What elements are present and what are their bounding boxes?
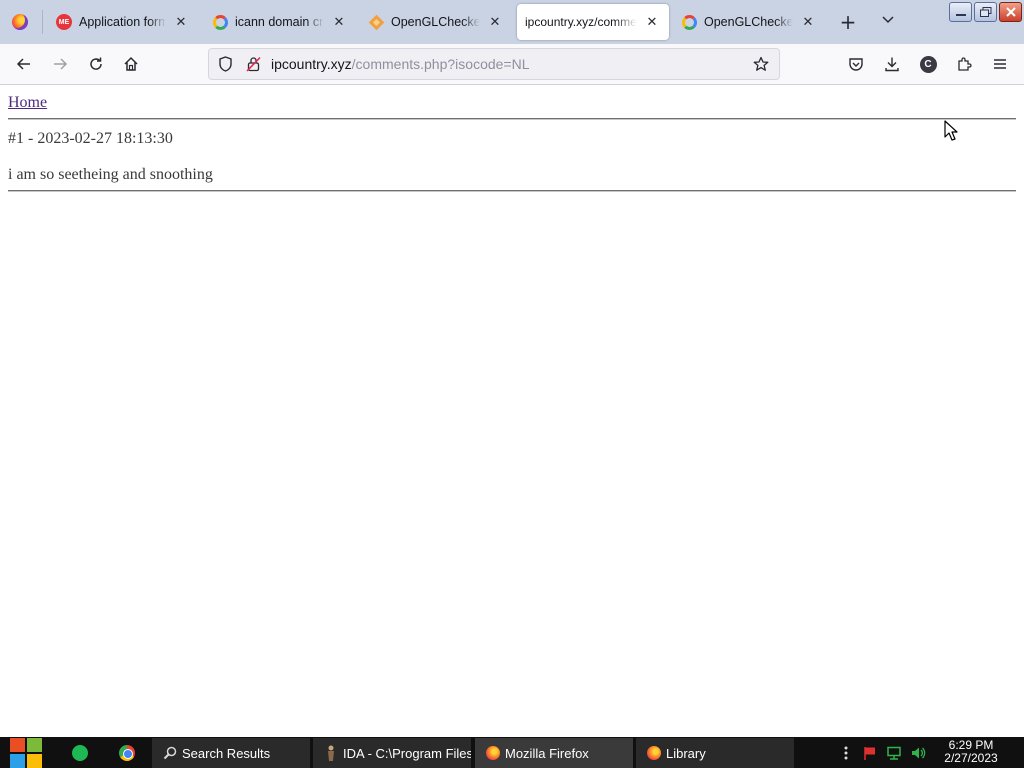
openglchecker-icon bbox=[368, 14, 384, 30]
close-icon[interactable]: ✕ bbox=[330, 13, 348, 31]
pocket-icon bbox=[849, 58, 863, 71]
firefox-icon bbox=[646, 745, 662, 761]
start-button[interactable] bbox=[10, 737, 44, 768]
taskbar-item-search-results[interactable]: Search Results bbox=[152, 738, 310, 768]
back-button[interactable] bbox=[9, 50, 39, 78]
horizontal-rule bbox=[8, 118, 1016, 120]
taskbar-item-label: IDA - C:\Program Files\ bbox=[343, 745, 471, 761]
bookmark-star-icon[interactable] bbox=[747, 49, 775, 79]
home-icon bbox=[124, 56, 138, 71]
windows-logo-icon bbox=[27, 738, 42, 752]
clock-date: 2/27/2023 bbox=[944, 751, 998, 765]
taskbar-item-ida[interactable]: IDA - C:\Program Files\ bbox=[313, 738, 471, 768]
tab-label: ipcountry.xyz/comments.php bbox=[525, 15, 637, 29]
tab-label: icann domain creation bbox=[235, 15, 324, 29]
navigation-toolbar: ipcountry.xyz/comments.php?isocode=NL C bbox=[0, 44, 1024, 85]
firefox-icon bbox=[485, 745, 501, 761]
windows-logo-icon bbox=[10, 754, 25, 768]
list-all-tabs-button[interactable] bbox=[876, 10, 900, 34]
action-center-flag-icon[interactable] bbox=[860, 743, 880, 763]
home-button[interactable] bbox=[116, 50, 146, 78]
close-window-button[interactable] bbox=[999, 2, 1022, 22]
tab-label: Application form bbox=[79, 15, 166, 29]
taskbar-item-label: Search Results bbox=[182, 745, 271, 761]
page-content: Home #1 - 2023-02-27 18:13:30 i am so se… bbox=[0, 86, 1024, 737]
system-clock[interactable]: 6:29 PM 2/27/2023 bbox=[936, 739, 1006, 765]
chrome-icon bbox=[119, 745, 135, 761]
url-host: ipcountry.xyz bbox=[271, 56, 352, 72]
app-menu-button[interactable] bbox=[985, 50, 1015, 78]
network-icon[interactable] bbox=[884, 743, 904, 763]
google-icon bbox=[681, 14, 697, 30]
close-icon[interactable]: ✕ bbox=[486, 13, 504, 31]
spotify-pinned-button[interactable] bbox=[68, 741, 92, 765]
windows-logo-icon bbox=[10, 738, 25, 752]
windows-logo-icon bbox=[27, 754, 42, 768]
downloads-button[interactable] bbox=[877, 50, 907, 78]
window-controls bbox=[947, 2, 1022, 22]
tab-application-form[interactable]: ME Application form ✕ bbox=[48, 4, 198, 40]
account-avatar-icon: C bbox=[919, 55, 937, 73]
new-tab-button[interactable]: + bbox=[836, 10, 860, 34]
chevron-down-icon bbox=[882, 16, 894, 24]
taskbar-item-label: Library bbox=[666, 745, 706, 761]
tab-separator bbox=[42, 10, 43, 34]
restore-icon bbox=[979, 7, 991, 17]
tab-icann-domain[interactable]: icann domain creation ✕ bbox=[204, 4, 356, 40]
minimize-icon bbox=[955, 14, 966, 16]
chrome-pinned-button[interactable] bbox=[115, 741, 139, 765]
horizontal-rule bbox=[8, 190, 1016, 192]
volume-icon[interactable] bbox=[908, 743, 928, 763]
arrow-right-icon bbox=[54, 58, 68, 70]
search-icon bbox=[162, 745, 178, 761]
shield-icon[interactable] bbox=[211, 49, 239, 79]
tab-strip: ME Application form ✕ icann domain creat… bbox=[0, 0, 1024, 44]
puzzle-icon bbox=[958, 57, 972, 71]
me-icon: ME bbox=[56, 14, 72, 30]
spotify-icon bbox=[72, 745, 88, 761]
url-text[interactable]: ipcountry.xyz/comments.php?isocode=NL bbox=[267, 56, 747, 72]
close-icon bbox=[1005, 7, 1016, 17]
restore-button[interactable] bbox=[974, 2, 997, 22]
taskbar-item-library[interactable]: Library bbox=[636, 738, 794, 768]
close-icon[interactable]: ✕ bbox=[643, 13, 661, 31]
tab-ipcountry-comments[interactable]: ipcountry.xyz/comments.php ✕ bbox=[517, 4, 669, 40]
comment-header: #1 - 2023-02-27 18:13:30 bbox=[8, 130, 173, 147]
minimize-button[interactable] bbox=[949, 2, 972, 22]
ida-icon bbox=[323, 745, 339, 761]
home-link[interactable]: Home bbox=[8, 94, 47, 112]
firefox-icon bbox=[12, 14, 28, 30]
url-path: /comments.php?isocode=NL bbox=[351, 56, 530, 72]
comment-body: i am so seetheing and snoothing bbox=[8, 166, 213, 183]
close-icon[interactable]: ✕ bbox=[799, 13, 817, 31]
hamburger-menu-icon bbox=[994, 59, 1006, 69]
taskbar-item-mozilla-firefox[interactable]: Mozilla Firefox bbox=[475, 738, 633, 768]
account-button[interactable]: C bbox=[913, 50, 943, 78]
firefox-view-button[interactable] bbox=[6, 9, 34, 35]
extensions-button[interactable] bbox=[949, 50, 979, 78]
forward-button[interactable] bbox=[45, 50, 75, 78]
google-icon bbox=[212, 14, 228, 30]
tab-label: OpenGLChecker download bbox=[391, 15, 480, 29]
reload-button[interactable] bbox=[81, 50, 111, 78]
pocket-button[interactable] bbox=[841, 50, 871, 78]
system-tray bbox=[836, 737, 932, 768]
reload-icon bbox=[90, 57, 102, 70]
more-options-icon[interactable] bbox=[836, 743, 856, 763]
tab-openglchecker-google[interactable]: OpenGLChecker download ✕ bbox=[673, 4, 825, 40]
mouse-cursor-icon bbox=[944, 120, 958, 141]
close-icon[interactable]: ✕ bbox=[172, 13, 190, 31]
url-bar[interactable]: ipcountry.xyz/comments.php?isocode=NL bbox=[208, 48, 780, 80]
taskbar: Search Results IDA - C:\Program Files\ M… bbox=[0, 737, 1024, 768]
download-icon bbox=[885, 57, 899, 72]
tab-label: OpenGLChecker download bbox=[704, 15, 793, 29]
taskbar-item-label: Mozilla Firefox bbox=[505, 745, 589, 761]
insecure-lock-icon[interactable] bbox=[239, 49, 267, 79]
tab-openglchecker[interactable]: OpenGLChecker download ✕ bbox=[360, 4, 512, 40]
arrow-left-icon bbox=[16, 58, 30, 70]
